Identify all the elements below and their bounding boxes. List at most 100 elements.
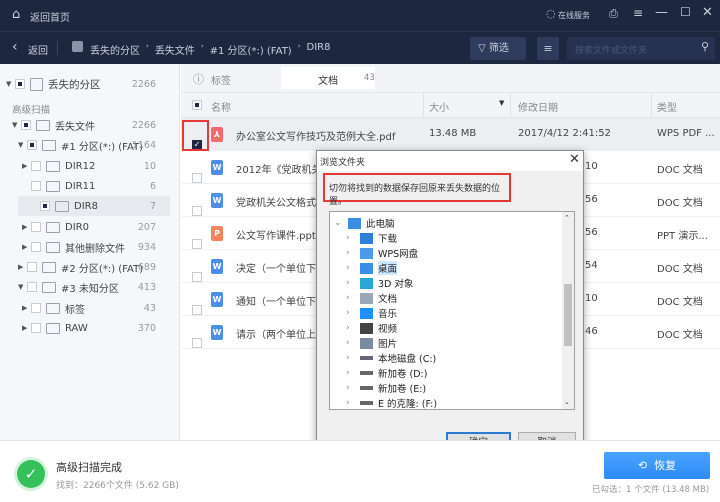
file-type: DOC 文档 <box>657 165 703 176</box>
recover-button[interactable]: ⟲ 恢复 <box>604 452 710 479</box>
search-icon[interactable]: ⚲ <box>701 40 709 53</box>
folder-tree-item[interactable]: › 图片 <box>346 335 397 351</box>
file-name: 请示（两个单位上 <box>236 330 316 341</box>
home-link[interactable]: 返回首页 <box>30 9 70 24</box>
divider <box>57 41 58 55</box>
folder-icon <box>360 322 373 334</box>
breadcrumb-item[interactable]: #1 分区(*:) (FAT) <box>210 42 292 57</box>
tree-item[interactable]: ▶ 标签 43 <box>0 298 172 318</box>
file-name: 决定（一个单位下 <box>236 264 316 275</box>
folder-icon <box>360 277 373 289</box>
row-checkbox[interactable] <box>192 338 202 348</box>
column-name[interactable]: 名称 <box>211 99 231 114</box>
found-count: 找到：2266个文件 (5.62 GB) <box>56 481 179 491</box>
file-type: DOC 文档 <box>657 264 703 275</box>
back-button[interactable]: 返回 <box>28 42 48 57</box>
help-icon[interactable]: ⓘ <box>193 71 204 87</box>
tree-item[interactable]: ▼ 丢失文件 2266 <box>0 115 172 135</box>
filter-button[interactable]: ▽ 筛选 <box>470 37 526 60</box>
pdf-file-icon: ⅄ <box>211 127 223 142</box>
search-input[interactable]: 搜索文件或文件夹 ⚲ <box>567 37 715 60</box>
back-chevron-icon[interactable]: ‹ <box>12 39 18 55</box>
file-size: 13.48 MB <box>429 128 477 139</box>
dialog-title: 浏览文件夹 <box>320 158 366 168</box>
dialog-close-button[interactable]: ✕ <box>569 152 580 167</box>
row-checkbox[interactable] <box>192 173 202 183</box>
breadcrumb: 丢失的分区 › 丢失文件 › #1 分区(*:) (FAT) › DIR8 <box>90 42 331 57</box>
close-button[interactable]: ✕ <box>702 5 713 20</box>
folder-tree-item[interactable]: ⌄ 此电脑 <box>334 215 395 231</box>
folder-tree-item[interactable]: › 音乐 <box>346 305 397 321</box>
folder-tree-item[interactable]: › 桌面 <box>346 260 398 276</box>
file-name: 党政机关公文格式 <box>236 198 316 209</box>
tree-item[interactable]: ▶ RAW 370 <box>0 318 172 338</box>
file-type: DOC 文档 <box>657 330 703 341</box>
filter-icon: ▽ <box>478 43 486 54</box>
minimize-button[interactable]: — <box>655 5 668 20</box>
row-checkbox[interactable] <box>192 305 202 315</box>
tree-item[interactable]: ▶ DIR0 207 <box>0 217 172 237</box>
folder-icon <box>360 292 373 304</box>
file-type: WPS PDF ... <box>657 128 715 139</box>
row-checkbox[interactable] <box>192 206 202 216</box>
folder-tree-item[interactable]: › 3D 对象 <box>346 275 413 291</box>
browse-folder-dialog: 浏览文件夹 ✕ 切勿将找到的数据保存回原来丢失数据的位置。 ⌃ ⌄ ⌄ 此电脑 › 下… <box>316 150 584 468</box>
column-size[interactable]: 大小 <box>429 99 449 114</box>
breadcrumb-item[interactable]: DIR8 <box>307 42 331 57</box>
folder-tree-item[interactable]: › WPS网盘 <box>346 245 418 261</box>
file-date: 54 <box>585 260 598 271</box>
section-label: 高级扫描 <box>12 105 51 116</box>
folder-icon <box>360 232 373 244</box>
folder-tree[interactable]: ⌃ ⌄ ⌄ 此电脑 › 下载 › WPS网盘 › 桌面 › 3D 对象 › 文档 › 音乐 › 视频 › 图片 › 本… <box>329 211 575 410</box>
maximize-button[interactable]: ☐ <box>680 5 691 19</box>
tree-item[interactable]: ▶ 其他删除文件 934 <box>0 237 172 257</box>
tab-bar: ⓘ 标签 文档 43 <box>181 64 720 92</box>
row-checkbox[interactable] <box>192 239 202 249</box>
folder-tree-item[interactable]: › 下载 <box>346 230 397 246</box>
view-toggle-button[interactable]: ≡ <box>537 37 559 60</box>
tree-item[interactable]: ▼ #1 分区(*:) (FAT) 1164 <box>0 135 172 155</box>
table-row[interactable]: ✓ ⅄ 办公室公文写作技巧及范例大全.pdf 13.48 MB 2017/4/1… <box>181 118 720 151</box>
home-icon[interactable]: ⌂ <box>12 7 20 22</box>
online-service-link[interactable]: 在线服务 <box>558 10 590 21</box>
folder-icon <box>360 386 373 390</box>
row-checkbox[interactable] <box>192 272 202 282</box>
tree-item[interactable]: ▼ #3 未知分区 413 <box>0 277 172 297</box>
tree-item[interactable]: ▶ #2 分区(*:) (FAT) 689 <box>0 257 172 277</box>
folder-tree-item[interactable]: › 新加卷 (D:) <box>346 365 427 381</box>
file-name: 办公室公文写作技巧及范例大全.pdf <box>236 132 396 143</box>
file-type: PPT 演示... <box>657 231 708 242</box>
partition-icon <box>72 41 83 52</box>
file-date: 56 <box>585 194 598 205</box>
breadcrumb-item[interactable]: 丢失的分区 <box>90 42 140 57</box>
recover-icon: ⟲ <box>637 459 648 472</box>
folder-tree-item[interactable]: › 视频 <box>346 320 397 336</box>
doc-file-icon: W <box>211 259 223 274</box>
folder-tree-item[interactable]: › 本地磁盘 (C:) <box>346 350 436 366</box>
table-header: 名称 大小 ▼ 修改日期 类型 <box>181 92 720 118</box>
headset-icon: ◌ <box>546 7 556 20</box>
tree-item[interactable]: ▶ DIR12 10 <box>0 156 172 176</box>
file-date: 56 <box>585 227 598 238</box>
tree-item-lost-partition[interactable]: ▼ 丢失的分区 2266 <box>0 74 172 94</box>
tree-item[interactable]: DIR11 6 <box>0 176 172 196</box>
folder-icon <box>360 262 373 274</box>
doc-file-icon: W <box>211 292 223 307</box>
select-all-checkbox[interactable] <box>192 100 202 110</box>
folder-tree-item[interactable]: › 新加卷 (E:) <box>346 380 426 396</box>
tree-item-selected[interactable]: DIR8 7 <box>18 196 170 216</box>
column-type[interactable]: 类型 <box>657 99 677 114</box>
folder-tree-item[interactable]: › 文档 <box>346 290 397 306</box>
tree-scrollbar[interactable]: ⌃ ⌄ <box>562 212 574 409</box>
file-name: 公文写作课件.pptx <box>236 231 322 242</box>
folder-tree-item[interactable]: › E 的克隆: (F:) <box>346 395 437 409</box>
column-date[interactable]: 修改日期 <box>518 99 558 114</box>
breadcrumb-item[interactable]: 丢失文件 <box>155 42 195 57</box>
menu-icon[interactable]: ≡ <box>633 6 643 20</box>
feedback-icon[interactable]: ⎙ <box>609 7 618 21</box>
tab-documents[interactable]: 文档 43 <box>281 67 375 89</box>
scan-status: 高级扫描完成 <box>56 461 122 474</box>
file-type: DOC 文档 <box>657 198 703 209</box>
ppt-file-icon: P <box>211 226 223 241</box>
file-date: 10 <box>585 161 598 172</box>
